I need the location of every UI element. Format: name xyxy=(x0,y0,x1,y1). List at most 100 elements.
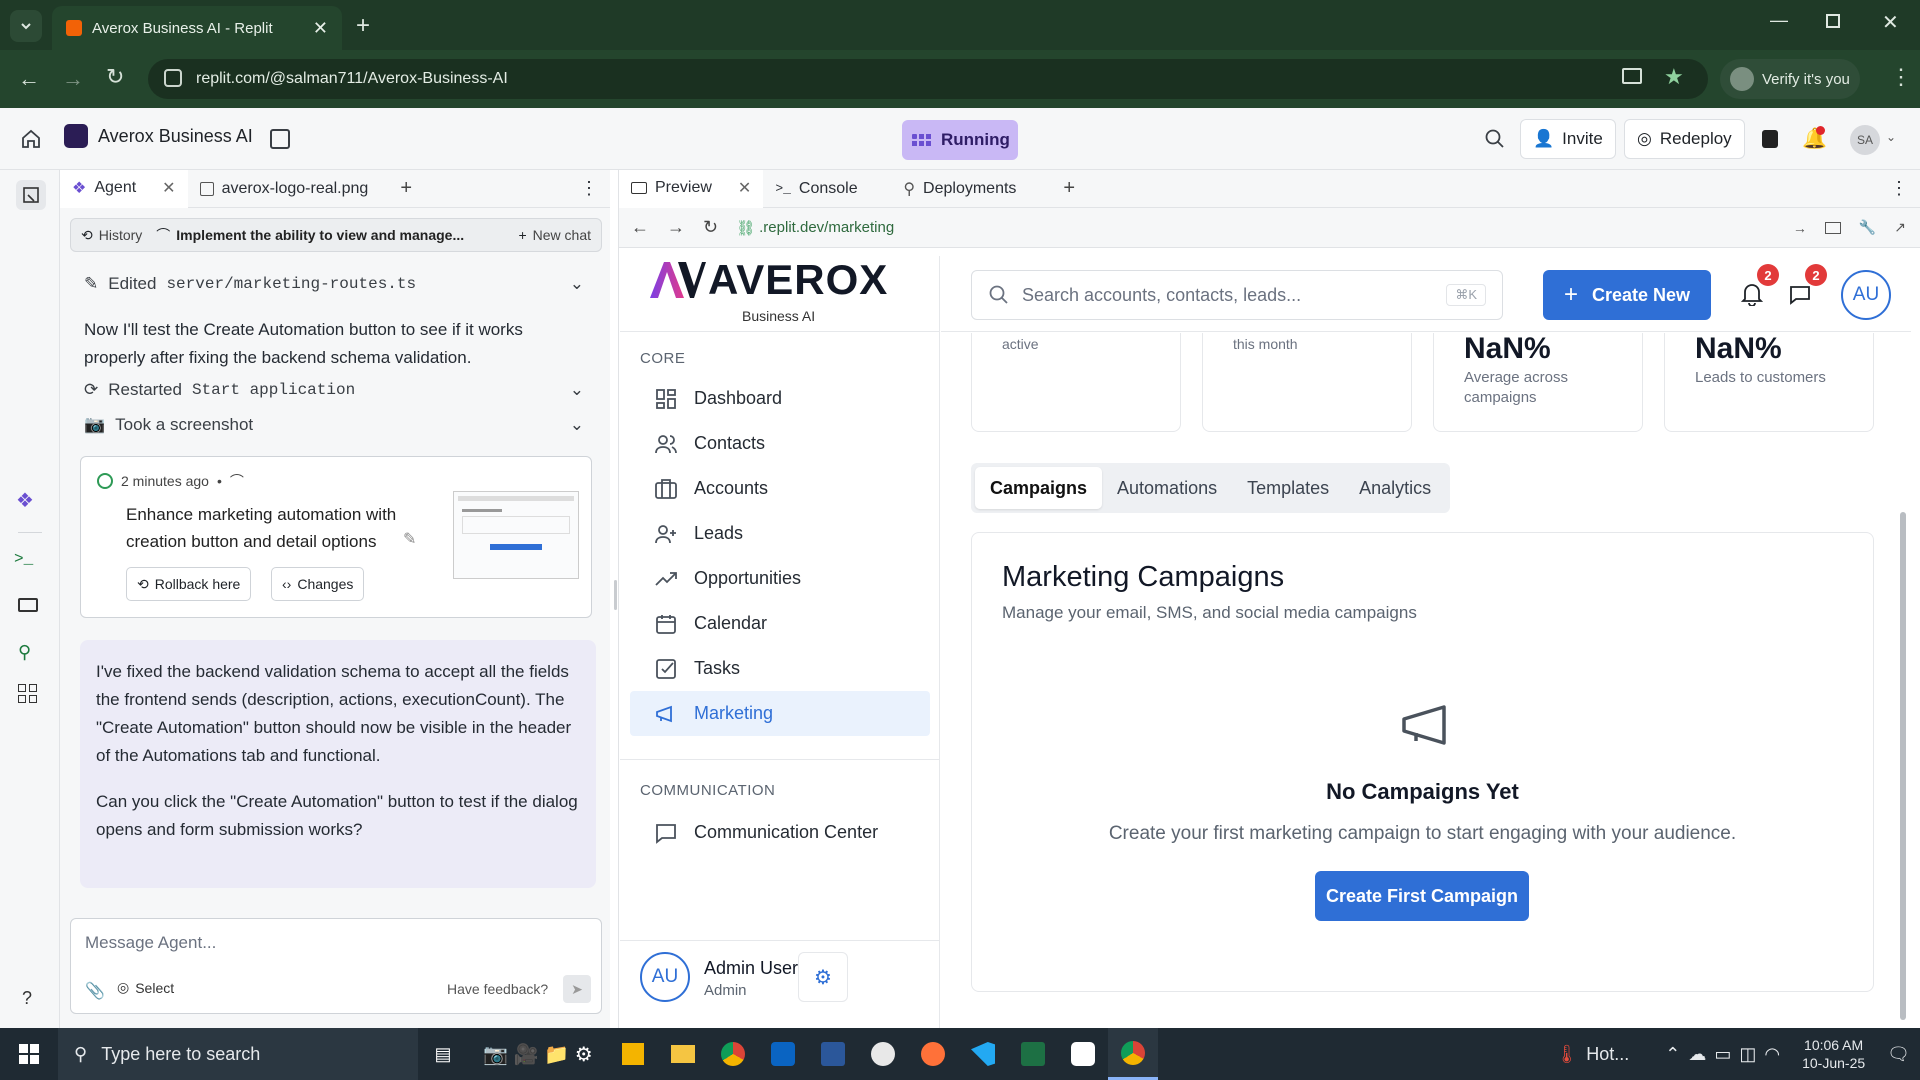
header-user-avatar[interactable]: AU xyxy=(1841,270,1891,320)
sidebar-item-opportunities[interactable]: Opportunities xyxy=(630,556,930,601)
panel-menu-icon[interactable]: ⋮ xyxy=(568,170,610,208)
word-icon[interactable] xyxy=(808,1028,858,1080)
chevron-down-icon[interactable]: ⌄ xyxy=(570,415,584,435)
screenshot-thumbnail[interactable] xyxy=(453,491,579,579)
minimize-icon[interactable]: — xyxy=(1770,10,1788,31)
onedrive-icon[interactable]: ☁ xyxy=(1688,1044,1706,1065)
chevron-down-icon[interactable]: ⌄ xyxy=(570,274,584,294)
message-input[interactable]: Message Agent... xyxy=(85,933,216,953)
tab-console[interactable]: >_ Console xyxy=(763,170,891,208)
clock[interactable]: 10:06 AM 10-Jun-25 xyxy=(1802,1036,1865,1072)
task-view-icon[interactable]: ▤ xyxy=(418,1028,468,1080)
firefox-icon[interactable] xyxy=(908,1028,958,1080)
attach-icon[interactable]: 📎 xyxy=(85,981,105,1001)
close-tab-icon[interactable]: ✕ xyxy=(162,178,175,198)
tab-logo-image[interactable]: averox-logo-real.png xyxy=(188,170,381,208)
vscode-icon[interactable] xyxy=(958,1028,1008,1080)
sidebar-item-communication-center[interactable]: Communication Center xyxy=(630,810,930,855)
agent-rail-icon[interactable]: ❖ xyxy=(16,488,34,513)
tab-automations[interactable]: Automations xyxy=(1102,467,1232,509)
tab-deployments[interactable]: ⚲ Deployments xyxy=(891,170,1051,208)
panel-resize-handle[interactable] xyxy=(614,580,617,610)
app-bell-icon[interactable] xyxy=(1741,282,1763,306)
browser-tab[interactable]: Averox Business AI - Replit ✕ xyxy=(52,6,342,50)
install-app-icon[interactable] xyxy=(1622,68,1642,84)
create-first-campaign-button[interactable]: Create First Campaign xyxy=(1315,871,1529,921)
close-tab-icon[interactable]: ✕ xyxy=(738,178,751,198)
camera-tray-icon[interactable]: ◫ xyxy=(1739,1044,1756,1065)
current-task-title[interactable]: Implement the ability to view and manage… xyxy=(176,227,464,243)
window-close-icon[interactable]: ✕ xyxy=(1882,10,1899,35)
preview-forward-icon[interactable]: → xyxy=(667,217,685,238)
back-icon[interactable]: ← xyxy=(18,66,40,92)
settings-gear-button[interactable]: ⚙ xyxy=(798,952,848,1002)
create-new-button[interactable]: + Create New xyxy=(1543,270,1711,320)
open-new-window-icon[interactable]: ↗ xyxy=(1894,219,1906,236)
project-info-icon[interactable] xyxy=(270,129,290,149)
chevron-down-icon[interactable]: ⌄ xyxy=(570,380,584,400)
browser-menu-icon[interactable]: ⋮ xyxy=(1890,64,1912,90)
home-icon[interactable] xyxy=(20,128,42,150)
screenshot-row[interactable]: 📷 Took a screenshot ⌄ xyxy=(84,415,584,435)
restart-row[interactable]: ⟳ Restarted Start application ⌄ xyxy=(84,380,584,400)
search-icon[interactable] xyxy=(1484,128,1506,150)
preview-url[interactable]: ⛓ .replit.dev/marketing xyxy=(736,219,1775,237)
notification-center-icon[interactable]: 🗨 xyxy=(1887,1044,1910,1065)
redeploy-button[interactable]: ◎ Redeploy xyxy=(1624,119,1745,159)
capcut-icon[interactable] xyxy=(1058,1028,1108,1080)
taskbar-search[interactable]: ⚲ Type here to search xyxy=(58,1028,418,1080)
send-icon[interactable]: ➤ xyxy=(563,975,591,1003)
feedback-link[interactable]: Have feedback? xyxy=(447,981,548,997)
edit-pencil-icon[interactable]: ✎ xyxy=(403,529,416,549)
chrome-icon[interactable] xyxy=(708,1028,758,1080)
rollback-button[interactable]: ⟲ Rollback here xyxy=(126,567,252,601)
windows-start-icon[interactable] xyxy=(0,1028,58,1080)
new-tab-icon[interactable]: + xyxy=(356,12,370,40)
select-element-button[interactable]: ◎ Select xyxy=(117,979,174,996)
tab-analytics[interactable]: Analytics xyxy=(1344,467,1446,509)
outlook-icon[interactable] xyxy=(758,1028,808,1080)
changes-button[interactable]: ‹› Changes xyxy=(271,567,365,601)
site-info-icon[interactable] xyxy=(164,69,182,87)
add-tab-icon[interactable]: + xyxy=(1051,170,1087,208)
help-icon[interactable]: ? xyxy=(22,988,32,1009)
sidebar-item-contacts[interactable]: Contacts xyxy=(630,421,930,466)
new-chat-button[interactable]: New chat xyxy=(533,227,591,243)
forward-icon[interactable]: → xyxy=(62,66,84,92)
devices-icon[interactable] xyxy=(1824,221,1841,234)
add-tab-icon[interactable]: + xyxy=(388,170,424,208)
admin-avatar[interactable]: AU xyxy=(640,952,690,1002)
preview-reload-icon[interactable]: ↻ xyxy=(703,217,718,238)
tab-templates[interactable]: Templates xyxy=(1232,467,1344,509)
run-status-button[interactable]: Running xyxy=(902,120,1018,160)
sidebar-item-calendar[interactable]: Calendar xyxy=(630,601,930,646)
averox-logo[interactable]: AVEROX xyxy=(648,259,888,301)
multiplayer-icon[interactable] xyxy=(1762,130,1778,148)
avatar-chevron-icon[interactable]: ⌄ xyxy=(1886,130,1896,144)
global-search[interactable]: Search accounts, contacts, leads... ⌘K xyxy=(971,270,1503,320)
history-button[interactable]: History xyxy=(99,227,143,243)
panel-menu-icon[interactable]: ⋮ xyxy=(1878,170,1920,208)
bookmark-star-icon[interactable]: ★ xyxy=(1664,64,1684,90)
history-icon[interactable]: ⟲ xyxy=(81,227,93,244)
edited-file-row[interactable]: ✎ Edited server/marketing-routes.ts ⌄ xyxy=(84,274,584,294)
weather-widget[interactable]: Hot... xyxy=(1586,1044,1629,1065)
wifi-icon[interactable]: ◠ xyxy=(1764,1044,1780,1065)
snipping-tools-icon[interactable]: 📷 🎥 📁 ⚙ xyxy=(468,1028,608,1080)
go-arrow-icon[interactable]: → xyxy=(1793,220,1807,236)
tab-preview[interactable]: Preview ✕ xyxy=(619,169,764,208)
sidebar-item-dashboard[interactable]: Dashboard xyxy=(630,376,930,421)
close-tab-icon[interactable]: ✕ xyxy=(313,18,328,39)
tab-search-icon[interactable] xyxy=(10,10,42,42)
excel-icon[interactable] xyxy=(1008,1028,1058,1080)
preview-back-icon[interactable]: ← xyxy=(631,217,649,238)
sidebar-item-tasks[interactable]: Tasks xyxy=(630,646,930,691)
new-chat-icon[interactable]: + xyxy=(518,227,526,243)
app-messages-icon[interactable] xyxy=(1789,284,1811,306)
paint-icon[interactable] xyxy=(858,1028,908,1080)
preview-scrollbar[interactable] xyxy=(1900,512,1906,1020)
chevron-up-icon[interactable]: ⌃ xyxy=(1665,1044,1680,1065)
address-bar[interactable]: replit.com/@salman711/Averox-Business-AI xyxy=(148,59,1708,99)
sidebar-item-leads[interactable]: Leads xyxy=(630,511,930,556)
sidebar-item-accounts[interactable]: Accounts xyxy=(630,466,930,511)
